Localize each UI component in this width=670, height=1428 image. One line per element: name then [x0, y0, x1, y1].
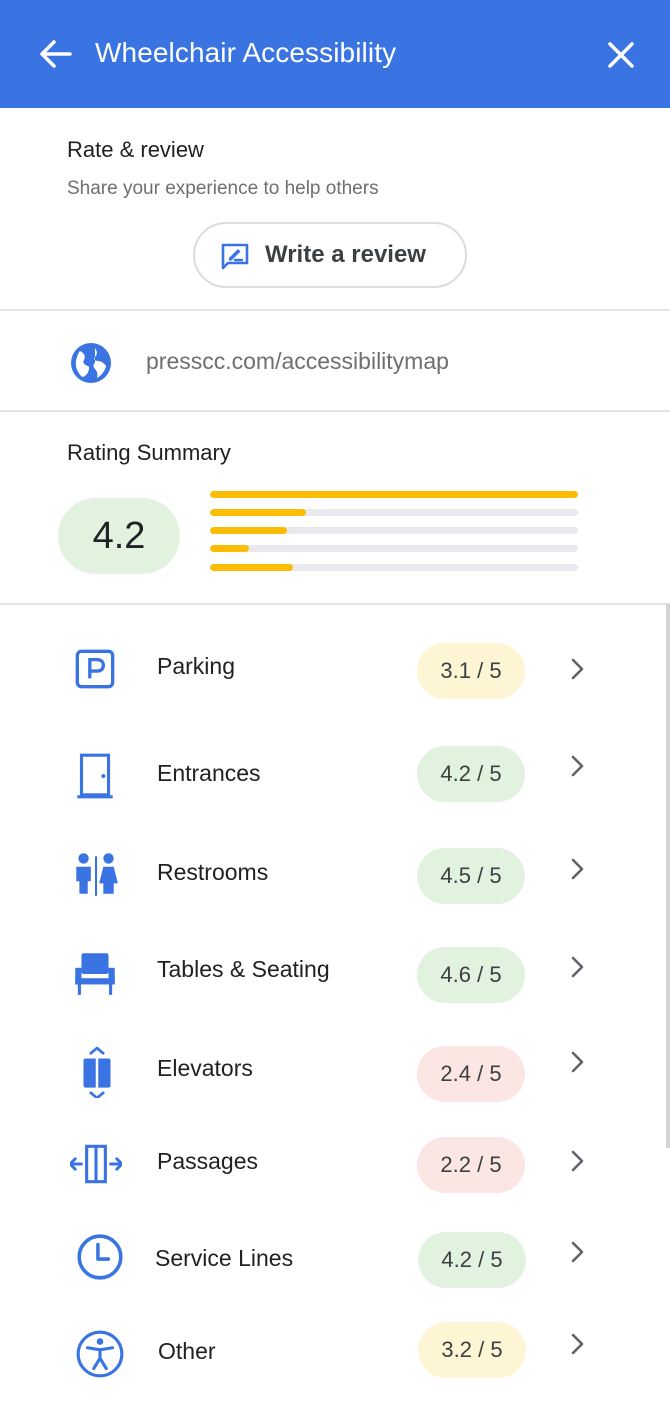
review-section-title: Rate & review: [67, 137, 204, 162]
globe-icon: [71, 343, 111, 383]
category-label: Elevators: [157, 1055, 253, 1081]
rating-bar-track: [210, 491, 578, 498]
write-review-label: Write a review: [265, 241, 426, 268]
page-title: Wheelchair Accessibility: [95, 37, 397, 68]
clock-icon: [77, 1234, 123, 1280]
category-rating-badge[interactable]: 4.6 / 5: [417, 947, 525, 1003]
rating-bar-track: [210, 545, 578, 552]
accessibility-icon: [76, 1330, 124, 1378]
divider: [0, 309, 670, 311]
scrollbar[interactable]: [666, 604, 670, 1148]
category-label: Tables & Seating: [157, 956, 330, 982]
category-rating-badge[interactable]: 3.2 / 5: [418, 1322, 526, 1378]
elevator-icon: [83, 1046, 111, 1098]
category-rating-badge[interactable]: 2.4 / 5: [417, 1046, 525, 1102]
arrow-back-icon[interactable]: [36, 36, 76, 72]
door-icon: [77, 753, 113, 799]
rating-bar-track: [210, 527, 578, 534]
restroom-icon: [76, 853, 118, 896]
rating-bar-track: [210, 564, 578, 571]
parking-icon: [75, 649, 115, 689]
category-label: Entrances: [157, 760, 261, 786]
rate-review-icon: [221, 243, 249, 270]
divider: [0, 410, 670, 412]
rating-bar-track: [210, 509, 578, 516]
chevron-right-icon[interactable]: [567, 1332, 589, 1356]
category-rating-badge[interactable]: 3.1 / 5: [417, 643, 525, 699]
chevron-right-icon[interactable]: [567, 754, 589, 778]
chevron-right-icon[interactable]: [567, 955, 589, 979]
header-bar: Wheelchair Accessibility: [0, 0, 670, 108]
chevron-right-icon[interactable]: [567, 1149, 589, 1173]
rating-summary-title: Rating Summary: [67, 440, 231, 465]
rating-bar-fill: [210, 509, 306, 516]
category-label: Passages: [157, 1148, 259, 1174]
passage-icon: [70, 1144, 122, 1184]
chevron-right-icon[interactable]: [567, 1240, 589, 1264]
category-label: Service Lines: [155, 1245, 294, 1271]
chevron-right-icon[interactable]: [567, 1050, 589, 1074]
rating-bar-fill: [210, 564, 293, 571]
review-section-subtitle: Share your experience to help others: [67, 178, 379, 199]
rating-bar-fill: [210, 545, 249, 552]
divider: [0, 603, 670, 605]
category-rating-badge[interactable]: 4.2 / 5: [417, 746, 525, 802]
close-icon[interactable]: [602, 36, 640, 74]
chevron-right-icon[interactable]: [567, 857, 589, 881]
website-link[interactable]: presscc.com/accessibilitymap: [146, 348, 449, 375]
write-review-button[interactable]: Write a review: [193, 222, 467, 288]
category-rating-badge[interactable]: 4.5 / 5: [417, 848, 525, 904]
category-label: Restrooms: [157, 859, 269, 885]
rating-bar-fill: [210, 491, 578, 498]
chevron-right-icon[interactable]: [567, 657, 589, 681]
category-label: Parking: [157, 653, 235, 679]
accessibility-panel: Wheelchair Accessibility Rate & review S…: [0, 0, 670, 1428]
seat-icon: [75, 953, 115, 995]
category-rating-badge[interactable]: 4.2 / 5: [418, 1232, 526, 1288]
category-label: Other: [158, 1338, 216, 1364]
category-rating-badge[interactable]: 2.2 / 5: [417, 1137, 525, 1193]
rating-bar-fill: [210, 527, 288, 534]
overall-score-badge: 4.2: [58, 498, 180, 574]
